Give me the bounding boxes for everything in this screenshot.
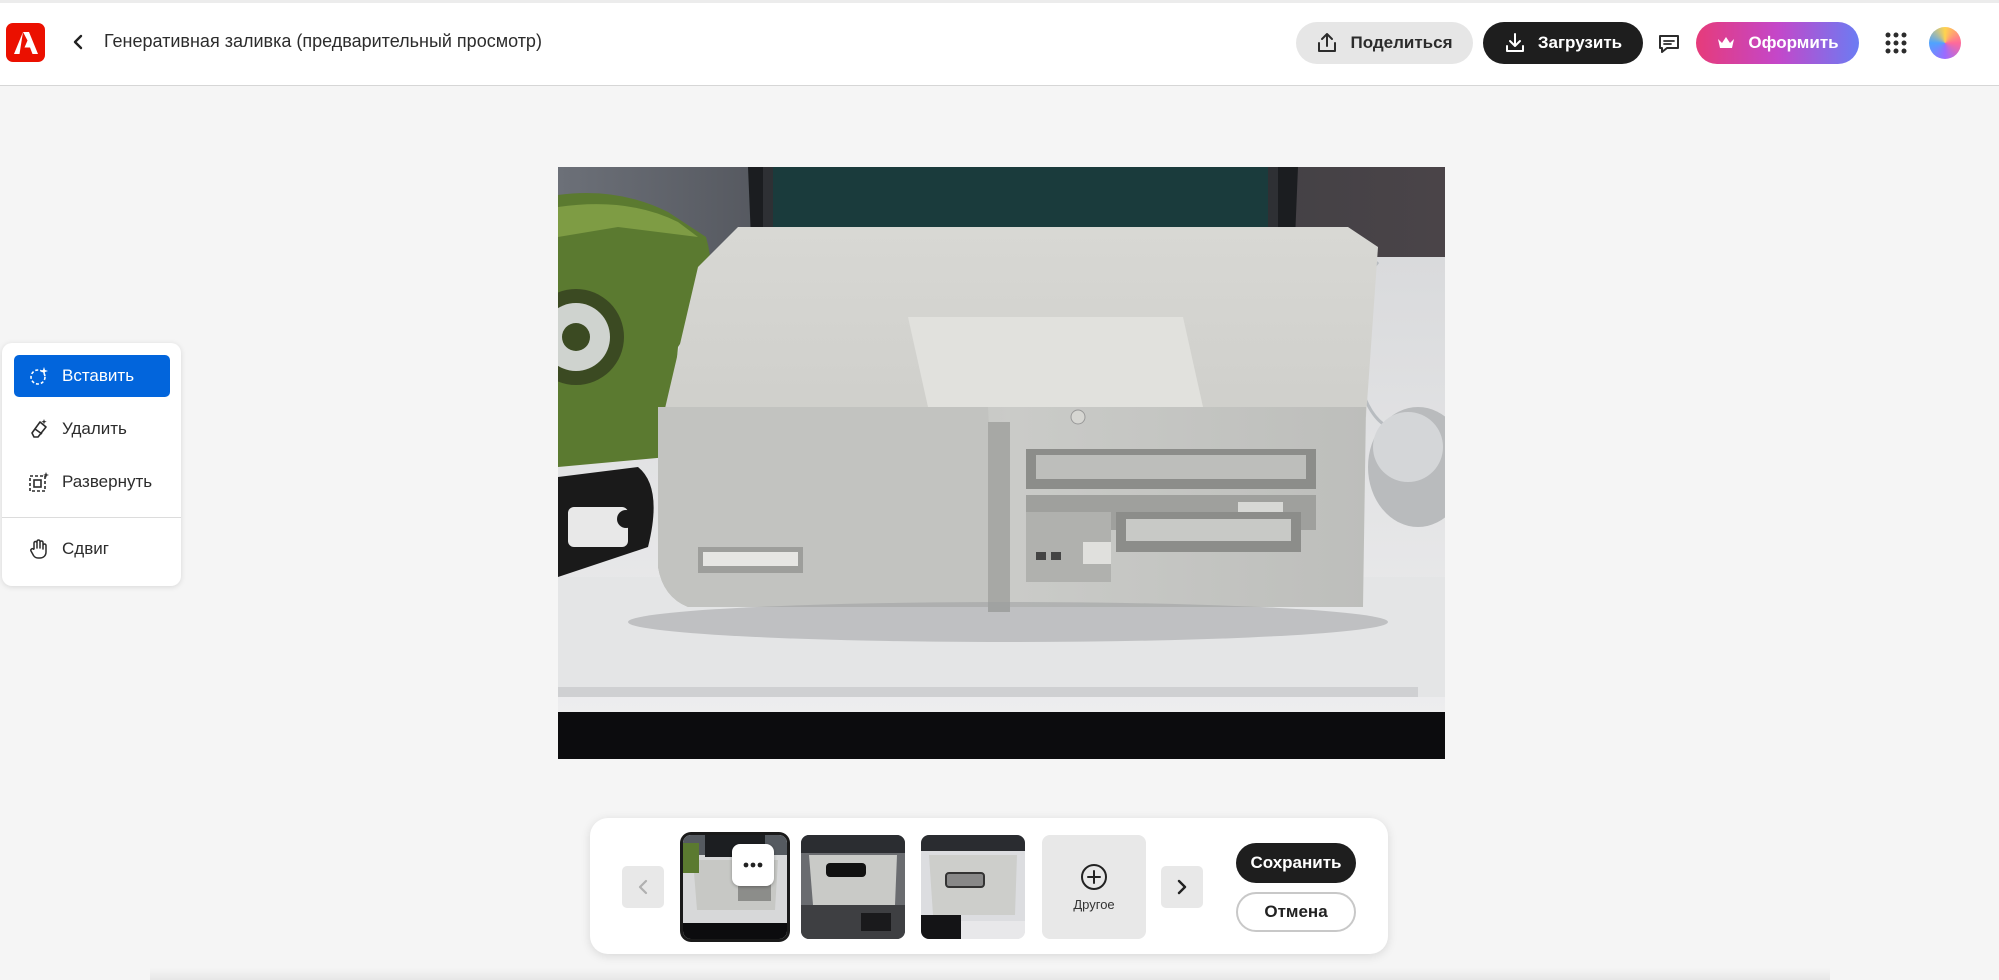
- premium-label: Оформить: [1748, 33, 1839, 52]
- tool-panel: Вставить Удалить Развернуть Сдвиг: [2, 343, 181, 586]
- download-button[interactable]: Загрузить: [1483, 22, 1643, 64]
- variation-thumbnail-1[interactable]: [683, 835, 787, 939]
- plus-circle-icon: [1081, 863, 1107, 890]
- ellipsis-icon: [743, 862, 763, 868]
- tool-remove[interactable]: Удалить: [14, 408, 170, 450]
- premium-button[interactable]: Оформить: [1696, 22, 1859, 64]
- download-label: Загрузить: [1537, 33, 1623, 52]
- editor-canvas-image[interactable]: [528, 167, 1468, 759]
- tool-remove-label: Удалить: [62, 419, 127, 438]
- comment-icon[interactable]: [1655, 30, 1683, 58]
- download-icon: [1505, 33, 1524, 52]
- cancel-button[interactable]: Отмена: [1236, 892, 1356, 932]
- eraser-icon: [31, 419, 47, 438]
- share-label: Поделиться: [1350, 33, 1453, 52]
- variation-tray: Другое Сохранить Отмена: [590, 818, 1388, 954]
- tool-insert[interactable]: Вставить: [14, 355, 170, 397]
- next-variation-button[interactable]: [1161, 866, 1203, 908]
- apps-grid-icon[interactable]: [1884, 31, 1908, 55]
- share-button[interactable]: Поделиться: [1296, 22, 1473, 64]
- generate-more-button[interactable]: Другое: [1042, 835, 1146, 939]
- more-options-button[interactable]: [732, 844, 774, 886]
- top-bar: Генеративная заливка (предварительный пр…: [0, 0, 1999, 86]
- chevron-right-icon: [1177, 879, 1187, 895]
- tool-expand[interactable]: Развернуть: [14, 461, 170, 503]
- tool-insert-label: Вставить: [62, 366, 135, 385]
- tool-pan[interactable]: Сдвиг: [14, 528, 170, 570]
- variation-thumbnail-2[interactable]: [801, 835, 905, 939]
- back-chevron-icon[interactable]: [64, 28, 92, 56]
- expand-icon: [29, 472, 49, 492]
- page-title: Генеративная заливка (предварительный пр…: [104, 31, 542, 51]
- generate-more-label: Другое: [1073, 896, 1115, 912]
- previous-variation-button[interactable]: [622, 866, 664, 908]
- chevron-left-icon: [638, 879, 648, 895]
- generative-insert-icon: [30, 367, 48, 385]
- tool-expand-label: Развернуть: [62, 472, 153, 491]
- hand-icon: [30, 539, 47, 559]
- user-avatar[interactable]: [1929, 27, 1961, 59]
- variation-thumbnail-3[interactable]: [921, 835, 1025, 939]
- adobe-logo-icon[interactable]: [6, 23, 45, 62]
- crown-icon: [1718, 37, 1735, 48]
- tool-pan-label: Сдвиг: [62, 539, 109, 558]
- save-button[interactable]: Сохранить: [1236, 843, 1356, 883]
- share-icon: [1318, 33, 1337, 52]
- bottom-edge-shadow: [150, 968, 1830, 980]
- tool-divider: [2, 517, 181, 518]
